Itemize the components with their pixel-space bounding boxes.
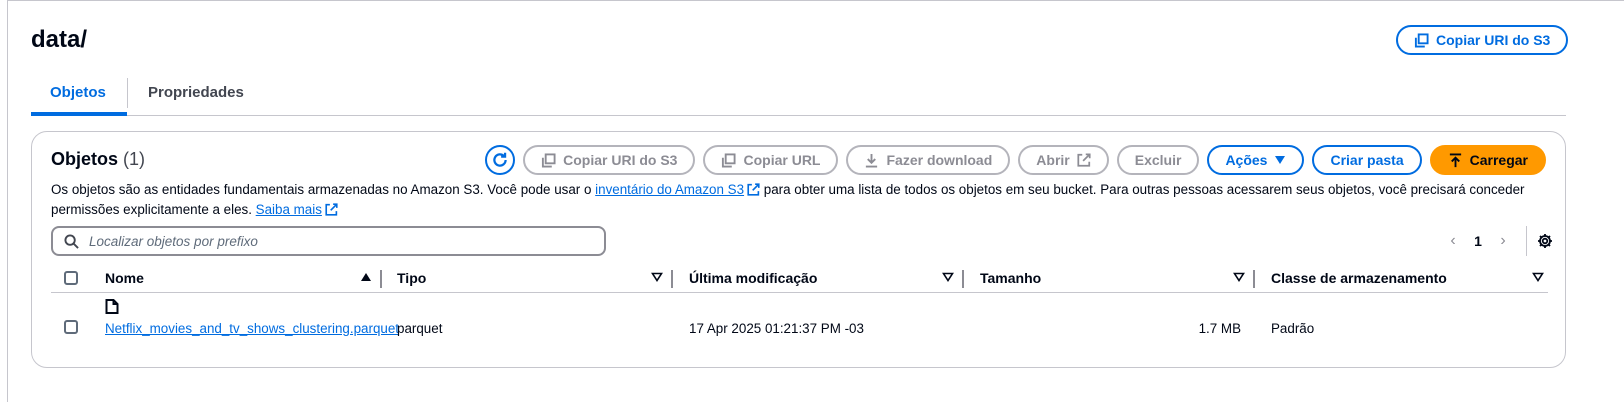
search-icon [64,233,79,249]
external-link-icon [325,203,338,216]
external-link-icon [1077,153,1091,167]
column-header-nome-label: Nome [105,270,144,286]
object-type: parquet [397,321,443,336]
description-text-1: Os objetos são as entidades fundamentais… [51,182,596,197]
external-link-icon [747,183,760,196]
page-title: data/ [31,26,88,53]
column-header-tamanho-label: Tamanho [980,270,1042,286]
inventory-link[interactable]: inventário do Amazon S3 [595,182,744,197]
learn-more-link[interactable]: Saiba mais [256,202,322,217]
column-header-tipo[interactable]: Tipo [382,263,673,293]
next-page-icon[interactable]: › [1490,232,1516,250]
panel-title: Objetos (1) [51,149,145,170]
column-header-classe-armazenamento[interactable]: Classe de armazenamento [1255,263,1548,293]
copy-url-label: Copiar URL [743,152,821,168]
actions-label: Ações [1225,152,1268,168]
download-label: Fazer download [886,152,993,168]
open-button[interactable]: Abrir [1018,145,1109,175]
column-header-nome[interactable]: Nome [89,263,382,293]
upload-label: Carregar [1469,152,1528,168]
tab-propriedades[interactable]: Propriedades [148,78,244,116]
file-icon [105,299,119,314]
panel-title-text: Objetos [51,149,119,169]
copy-icon [722,152,737,168]
create-folder-button[interactable]: Criar pasta [1312,145,1422,175]
copy-s3-uri-top-label: Copiar URI do S3 [1436,32,1551,48]
object-size: 1.7 MB [1198,321,1241,336]
copy-s3-uri-label: Copiar URI do S3 [563,152,678,168]
refresh-button[interactable] [485,145,516,175]
objects-panel: Objetos (1) Copiar URI do S3 Copiar URL … [31,131,1566,368]
tab-bar: Objetos Propriedades [31,78,1566,116]
object-name-link[interactable]: Netflix_movies_and_tv_shows_clustering.p… [105,319,399,339]
search-box [51,226,606,256]
caret-down-icon [1275,156,1286,164]
object-last-modified: 17 Apr 2025 01:21:37 PM -03 [689,321,864,336]
settings-gear-icon[interactable] [1537,233,1553,249]
delete-button[interactable]: Excluir [1116,145,1200,175]
row-checkbox[interactable] [64,320,78,334]
sort-icon [651,272,663,282]
delete-label: Excluir [1134,152,1182,168]
column-header-tipo-label: Tipo [397,270,427,286]
table-row: Netflix_movies_and_tv_shows_clustering.p… [51,295,1548,357]
copy-s3-uri-button[interactable]: Copiar URI do S3 [523,145,696,175]
column-header-tamanho[interactable]: Tamanho [964,263,1255,293]
sort-icon [1532,272,1544,282]
sort-icon [942,272,954,282]
refresh-icon [493,152,507,167]
column-header-ultima-modificacao[interactable]: Última modificação [673,263,964,293]
copy-icon [1414,32,1429,48]
previous-page-icon[interactable]: ‹ [1440,232,1466,250]
sort-ascending-icon [361,273,371,281]
actions-dropdown[interactable]: Ações [1207,145,1305,175]
copy-icon [542,152,556,168]
tab-divider [127,78,128,108]
tab-objetos[interactable]: Objetos [31,78,127,116]
download-icon [866,153,878,168]
column-header-ultima-modificacao-label: Última modificação [689,270,818,286]
copy-s3-uri-top-button[interactable]: Copiar URI do S3 [1396,25,1569,55]
objects-toolbar: Copiar URI do S3 Copiar URL Fazer downlo… [485,145,1546,175]
pagination-divider [1526,226,1527,256]
table-header: Nome Tipo Última modificação Tamanho Cla… [51,263,1548,293]
sort-icon [1233,272,1245,282]
upload-button[interactable]: Carregar [1429,145,1546,175]
object-storage-class: Padrão [1271,321,1315,336]
column-header-classe-armazenamento-label: Classe de armazenamento [1271,270,1447,286]
search-input[interactable] [89,233,569,249]
object-count: (1) [123,149,146,169]
open-label: Abrir [1036,152,1070,168]
copy-url-button[interactable]: Copiar URL [703,145,839,175]
pagination: ‹ 1 › [1440,226,1553,256]
current-page-number[interactable]: 1 [1466,233,1490,249]
create-folder-label: Criar pasta [1330,152,1404,168]
download-button[interactable]: Fazer download [846,145,1011,175]
panel-description: Os objetos são as entidades fundamentais… [51,180,1551,220]
upload-icon [1449,152,1461,167]
select-all-checkbox[interactable] [64,271,78,285]
